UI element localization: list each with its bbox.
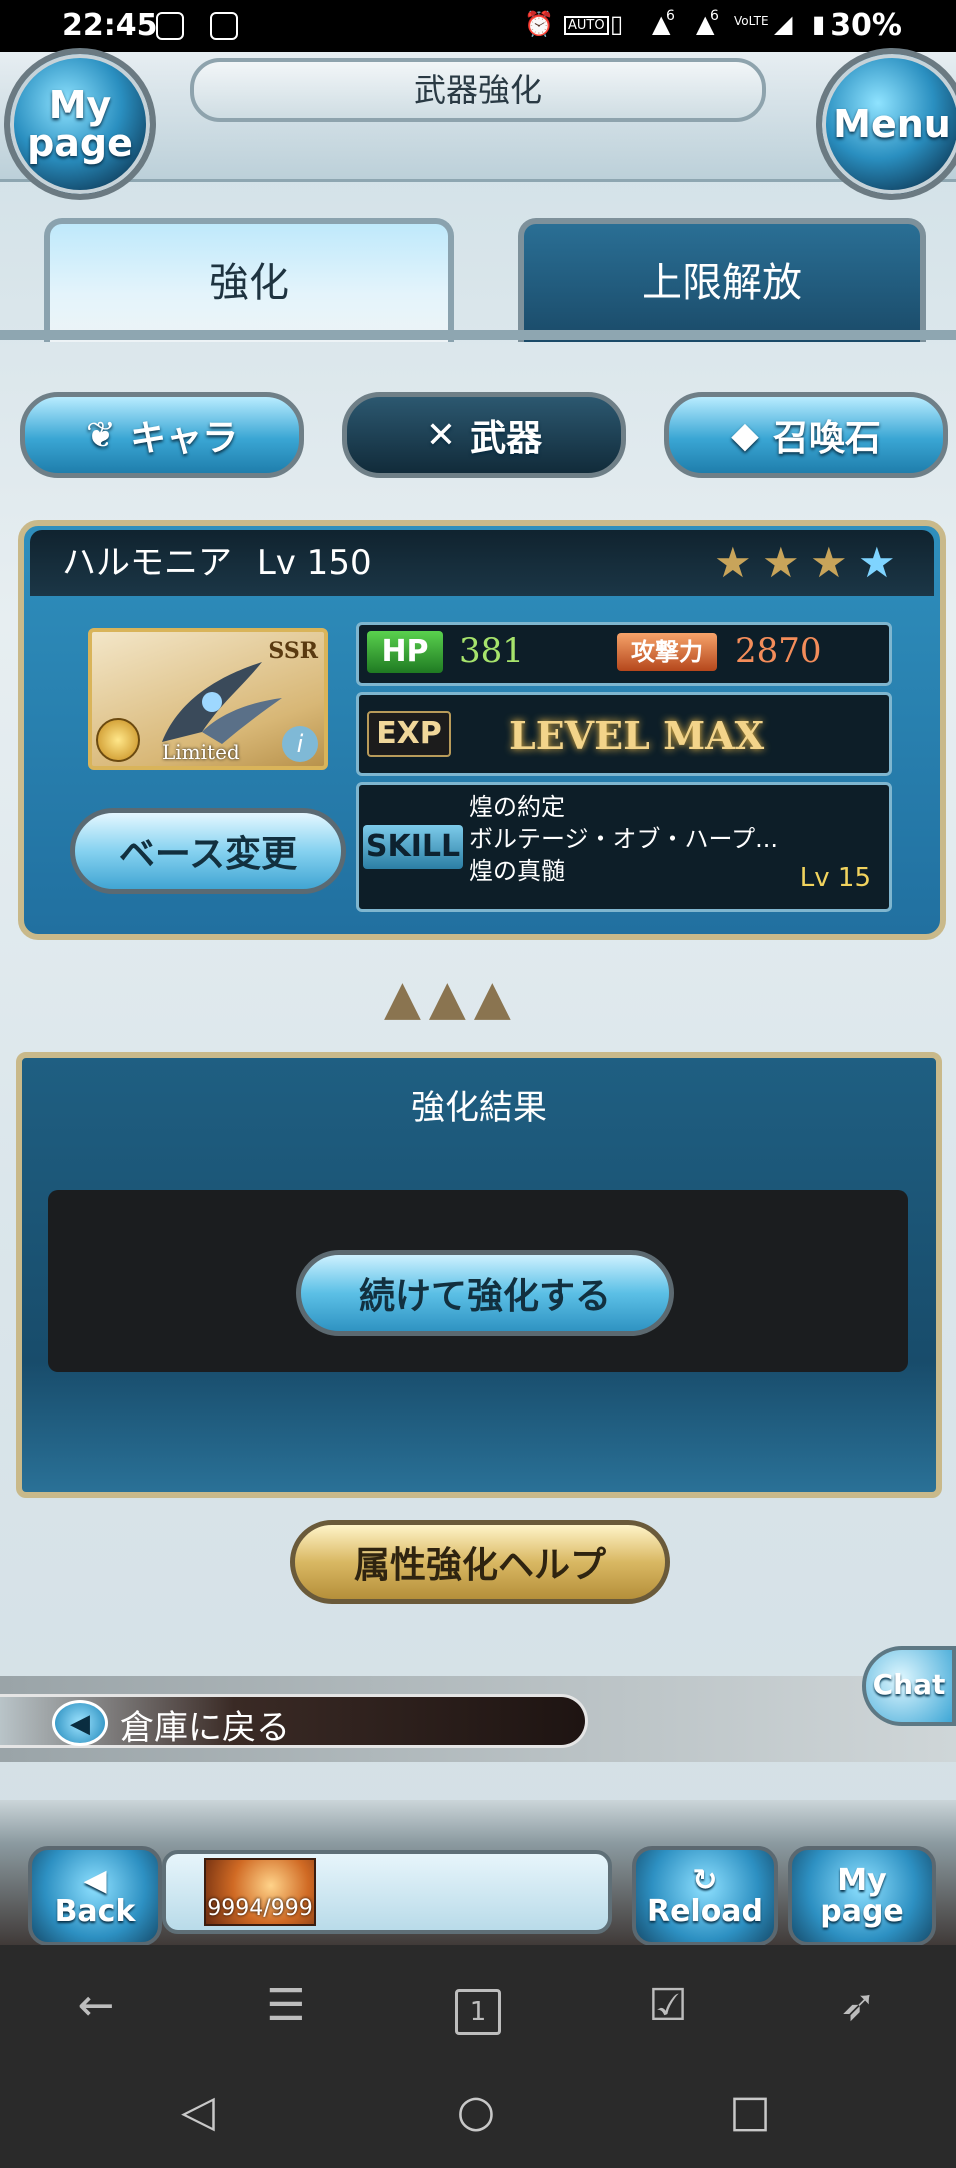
back-arrow-icon: ◀	[52, 1700, 108, 1746]
battery-percent: 30%	[830, 8, 902, 43]
checkbox-icon[interactable]: ☑	[628, 1980, 708, 2031]
skill-label: SKILL	[363, 825, 463, 869]
hp-label: HP	[367, 631, 443, 673]
cell-signal-icon: ◢	[774, 10, 793, 38]
rocket-icon[interactable]: ➶	[818, 1980, 898, 2031]
status-bar: 22:45 ⏰ AUTO ▯ ▲ 6 ▲ 6 VoLTE ◢ ▮ 30%	[0, 0, 956, 52]
skill-item: ボルテージ・オブ・ハープ...	[469, 825, 778, 853]
bottom-mypage-button[interactable]: My page	[788, 1846, 936, 1946]
tab-limit-break[interactable]: 上限解放	[518, 218, 926, 342]
nav-recents-icon[interactable]: □	[710, 2086, 790, 2137]
vibrate-icon: ▯	[610, 10, 624, 38]
stats-row: HP 381 攻撃力 2870	[356, 622, 892, 686]
item-count: 9994/999	[207, 1896, 313, 1921]
tabs-icon[interactable]: 1	[438, 1980, 518, 2035]
nav-back-icon[interactable]: ◁	[158, 2086, 238, 2137]
weapon-level: Lv 150	[256, 543, 372, 583]
exp-label: EXP	[367, 711, 451, 757]
volte-icon: VoLTE	[734, 14, 769, 28]
back-arrow-icon: ◀	[83, 1862, 107, 1898]
hp-value: 381	[459, 631, 524, 671]
category-character-button[interactable]: ❦ キャラ	[20, 392, 304, 478]
element-light-icon	[96, 718, 140, 762]
skill-level: Lv 15	[799, 863, 871, 893]
crystal-icon: ◆	[731, 414, 759, 456]
crossed-swords-icon: ✕	[425, 414, 457, 456]
chat-button[interactable]: Chat	[862, 1646, 956, 1726]
skill-box: SKILL 煌の約定 ボルテージ・オブ・ハープ... 煌の真髄 Lv 15	[356, 782, 892, 912]
attack-label: 攻撃力	[617, 633, 717, 671]
battery-icon: ▮	[812, 10, 826, 38]
back-arrow-icon[interactable]: ←	[56, 1980, 136, 2031]
skill-item: 煌の真髄	[469, 857, 565, 885]
limited-label: Limited	[162, 740, 240, 764]
menu-icon[interactable]: ☰	[246, 1980, 326, 2031]
rarity-badge: SSR	[268, 638, 318, 664]
auto-hz-icon: AUTO	[564, 16, 609, 35]
menu-button[interactable]: Menu	[816, 48, 956, 200]
category-weapon-button[interactable]: ✕ 武器	[342, 392, 626, 478]
star-filled-icon: ★	[810, 538, 848, 587]
result-title: 強化結果	[411, 1088, 547, 1128]
exp-row: EXP LEVEL MAX	[356, 692, 892, 776]
level-max-label: LEVEL MAX	[509, 713, 765, 758]
page-title: 武器強化	[190, 58, 766, 122]
element-enhance-help-button[interactable]: 属性強化ヘルプ	[290, 1520, 670, 1604]
back-button[interactable]: ◀ Back	[28, 1846, 162, 1946]
tab-divider	[0, 330, 956, 340]
weapon-name: ハルモニア	[62, 543, 232, 583]
reload-icon: ↻	[692, 1862, 718, 1898]
star-empty-icon: ★	[858, 538, 896, 587]
skill-item: 煌の約定	[469, 793, 565, 821]
base-change-button[interactable]: ベース変更	[70, 808, 346, 894]
image-icon	[210, 12, 238, 40]
status-time: 22:45	[62, 8, 158, 43]
attack-value: 2870	[735, 631, 822, 671]
reload-button[interactable]: ↻ Reload	[632, 1846, 778, 1946]
star-filled-icon: ★	[762, 538, 800, 587]
nav-home-icon[interactable]: ○	[436, 2086, 516, 2137]
skill-list: 煌の約定 ボルテージ・オブ・ハープ... 煌の真髄	[469, 791, 778, 887]
wing-icon: ❦	[85, 414, 117, 456]
down-arrows-icon: ▲▲▲	[384, 970, 519, 1026]
mypage-button[interactable]: My page	[4, 48, 156, 200]
alarm-icon: ⏰	[524, 10, 554, 38]
chat-bubble-icon	[156, 12, 184, 40]
star-filled-icon: ★	[714, 538, 752, 587]
category-summon-button[interactable]: ◆ 召喚石	[664, 392, 948, 478]
weapon-thumbnail[interactable]: SSR Limited i	[88, 628, 328, 770]
back-to-storage-label: 倉庫に戻る	[120, 1708, 290, 1748]
continue-enhance-button[interactable]: 続けて強化する	[296, 1250, 674, 1336]
tab-enhance[interactable]: 強化	[44, 218, 454, 342]
info-icon[interactable]: i	[282, 726, 318, 762]
